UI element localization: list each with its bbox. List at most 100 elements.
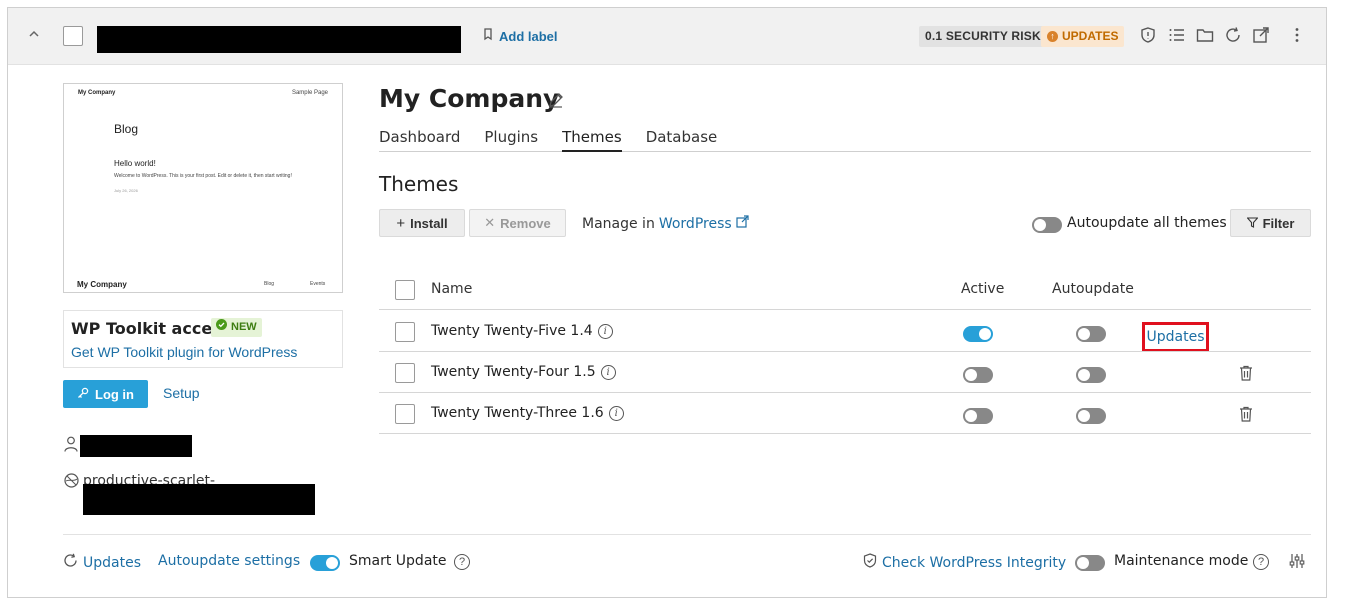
manage-in-label: Manage in xyxy=(582,215,655,232)
wp-toolkit-panel: WP Toolkit access NEW Get WP Toolkit plu… xyxy=(63,310,343,368)
maintenance-mode-label: Maintenance mode xyxy=(1114,553,1249,569)
open-site-icon[interactable] xyxy=(1252,26,1272,46)
log-in-button[interactable]: Log in xyxy=(63,380,148,408)
theme-name: Twenty Twenty-Three 1.6 xyxy=(431,405,604,421)
filter-button[interactable]: Filter xyxy=(1230,209,1311,237)
maintenance-mode-toggle[interactable] xyxy=(1075,555,1105,571)
divider xyxy=(379,351,1311,352)
wordpress-link[interactable]: WordPress xyxy=(659,216,732,232)
info-icon[interactable]: i xyxy=(600,364,616,380)
shield-icon[interactable] xyxy=(1139,26,1159,46)
add-label-button[interactable]: Add label xyxy=(483,28,558,44)
theme-name: Twenty Twenty-Four 1.5 xyxy=(431,364,596,380)
x-icon: ✕ xyxy=(484,215,496,230)
table-row: Twenty Twenty-Five 1.4 i xyxy=(431,323,613,339)
setup-link[interactable]: Setup xyxy=(163,385,200,401)
get-wp-toolkit-link[interactable]: Get WP Toolkit plugin for WordPress xyxy=(71,344,297,360)
column-header-name[interactable]: Name xyxy=(431,281,472,297)
trash-icon[interactable] xyxy=(1239,406,1253,422)
info-icon[interactable]: i xyxy=(608,405,624,421)
settings-sliders-icon[interactable] xyxy=(1289,553,1305,574)
redacted-domain xyxy=(83,484,315,515)
site-select-checkbox[interactable] xyxy=(63,26,83,46)
filter-icon xyxy=(1245,216,1259,231)
autoupdate-all-label: Autoupdate all themes xyxy=(1067,215,1227,231)
updates-badge[interactable]: ↑ UPDATES xyxy=(1041,26,1125,47)
tab-dashboard[interactable]: Dashboard xyxy=(379,128,460,152)
footer-updates-link[interactable]: Updates xyxy=(63,553,141,572)
add-label-text: Add label xyxy=(499,28,558,44)
theme-name: Twenty Twenty-Five 1.4 xyxy=(431,323,593,339)
preview-post-title: Hello world! xyxy=(114,159,156,168)
edit-pencil-icon[interactable] xyxy=(548,92,564,113)
tab-themes[interactable]: Themes xyxy=(562,128,622,152)
divider xyxy=(379,392,1311,393)
new-badge-label: NEW xyxy=(231,321,257,333)
preview-footer-title: My Company xyxy=(77,280,127,289)
preview-post-date: July 26, 2026 xyxy=(114,188,138,193)
table-row: Twenty Twenty-Four 1.5 i xyxy=(431,364,616,380)
preview-nav-sample: Sample Page xyxy=(291,90,328,96)
info-icon[interactable]: i xyxy=(597,323,613,339)
user-icon xyxy=(64,436,78,457)
external-link-icon[interactable] xyxy=(736,215,749,232)
key-icon xyxy=(77,387,89,402)
footer-divider xyxy=(63,534,1311,535)
filter-label: Filter xyxy=(1262,215,1295,231)
site-card-header: Add label 0.1 SECURITY RISK ↑ UPDATES xyxy=(8,8,1326,65)
remove-button[interactable]: ✕ Remove xyxy=(469,209,566,237)
more-options-icon[interactable] xyxy=(1290,26,1310,46)
refresh-icon xyxy=(63,553,78,572)
log-in-label: Log in xyxy=(95,386,134,402)
trash-icon[interactable] xyxy=(1239,365,1253,381)
check-circle-icon xyxy=(216,318,227,337)
security-risk-badge[interactable]: 0.1 SECURITY RISK xyxy=(919,26,1047,47)
help-icon[interactable]: ? xyxy=(454,554,470,570)
refresh-icon[interactable] xyxy=(1224,26,1244,46)
tag-icon xyxy=(483,28,493,44)
site-card: Add label 0.1 SECURITY RISK ↑ UPDATES My… xyxy=(7,7,1327,598)
page-title: My Company xyxy=(379,84,560,113)
divider xyxy=(379,433,1311,434)
shield-check-icon xyxy=(863,553,877,572)
autoupdate-toggle[interactable] xyxy=(1076,326,1106,342)
autoupdate-settings-link[interactable]: Autoupdate settings xyxy=(158,553,300,569)
column-header-active: Active xyxy=(961,281,1005,297)
check-integrity-link[interactable]: Check WordPress Integrity xyxy=(863,553,1066,572)
collapse-chevron-icon[interactable] xyxy=(28,28,42,42)
preview-footer-events: Events xyxy=(310,281,326,287)
row-checkbox[interactable] xyxy=(395,322,415,342)
tab-bar: Dashboard Plugins Themes Database xyxy=(379,128,1311,152)
globe-icon xyxy=(64,473,79,493)
preview-site-title: My Company xyxy=(78,90,116,96)
smart-update-toggle[interactable] xyxy=(310,555,340,571)
list-icon[interactable] xyxy=(1168,26,1188,46)
select-all-checkbox[interactable] xyxy=(395,280,415,300)
new-badge: NEW xyxy=(211,318,262,337)
updates-link[interactable]: Updates xyxy=(1142,322,1209,352)
wp-toolkit-title: WP Toolkit access xyxy=(71,319,232,338)
manage-in-wordpress: Manage in WordPress xyxy=(582,215,749,232)
column-header-autoupdate: Autoupdate xyxy=(1052,281,1134,297)
table-row: Twenty Twenty-Three 1.6 i xyxy=(431,405,624,421)
tab-database[interactable]: Database xyxy=(646,128,718,152)
site-preview-thumbnail[interactable]: My Company Sample Page Blog Hello world!… xyxy=(63,83,343,293)
autoupdate-toggle[interactable] xyxy=(1076,408,1106,424)
active-toggle[interactable] xyxy=(963,367,993,383)
row-checkbox[interactable] xyxy=(395,404,415,424)
plus-icon: + xyxy=(396,214,406,232)
tab-plugins[interactable]: Plugins xyxy=(484,128,538,152)
autoupdate-all-toggle[interactable] xyxy=(1032,217,1062,233)
folder-icon[interactable] xyxy=(1196,26,1216,46)
updates-badge-label: UPDATES xyxy=(1062,29,1119,43)
divider xyxy=(379,309,1311,310)
active-toggle[interactable] xyxy=(963,408,993,424)
install-button[interactable]: + Install xyxy=(379,209,465,237)
active-toggle[interactable] xyxy=(963,326,993,342)
autoupdate-toggle[interactable] xyxy=(1076,367,1106,383)
preview-heading: Blog xyxy=(114,122,139,136)
remove-label: Remove xyxy=(500,215,551,231)
redacted-site-url xyxy=(97,26,461,53)
row-checkbox[interactable] xyxy=(395,363,415,383)
help-icon[interactable]: ? xyxy=(1253,554,1269,570)
